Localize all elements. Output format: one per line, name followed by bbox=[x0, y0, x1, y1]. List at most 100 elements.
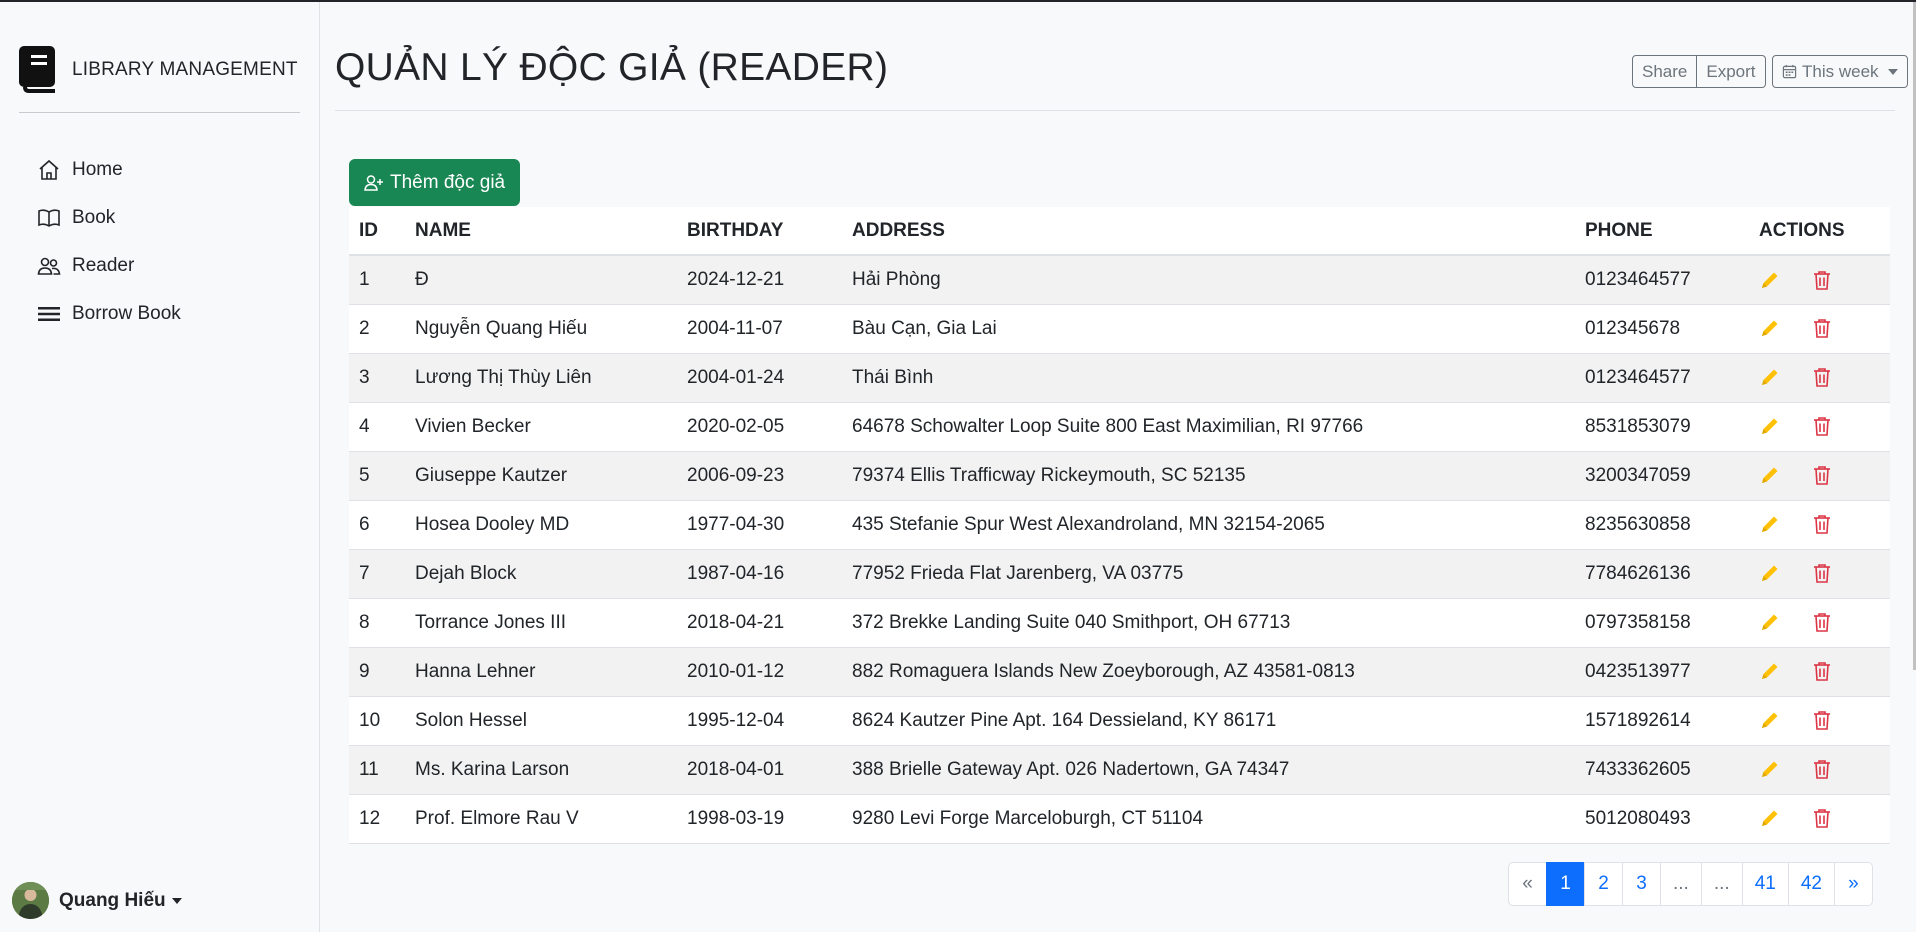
pencil-icon[interactable] bbox=[1759, 513, 1781, 535]
trash-icon[interactable] bbox=[1811, 611, 1833, 633]
table-body: 1 Đ 2024-12-21 Hải Phòng 0123464577 2 Nguyễn Q… bbox=[349, 255, 1890, 844]
table-row: 8 Torrance Jones III 2018-04-21 372 Brekke … bbox=[349, 598, 1890, 648]
trash-icon[interactable] bbox=[1811, 513, 1833, 535]
cell-phone: 0797358158 bbox=[1575, 598, 1749, 648]
page-ellipsis[interactable]: ... bbox=[1660, 862, 1702, 906]
trash-icon[interactable] bbox=[1811, 758, 1833, 780]
table-row: 1 Đ 2024-12-21 Hải Phòng 0123464577 bbox=[349, 255, 1890, 305]
page-3[interactable]: 3 bbox=[1622, 862, 1661, 906]
user-menu[interactable]: Quang Hiếu bbox=[12, 882, 182, 919]
cell-name: Vivien Becker bbox=[405, 402, 677, 452]
column-header-address[interactable]: ADDRESS bbox=[842, 207, 1575, 256]
column-header-phone[interactable]: PHONE bbox=[1575, 207, 1749, 256]
cell-birthday: 2004-11-07 bbox=[677, 304, 842, 354]
period-dropdown[interactable]: This week bbox=[1772, 55, 1908, 88]
trash-icon[interactable] bbox=[1811, 366, 1833, 388]
sidebar-item-reader[interactable]: Reader bbox=[37, 242, 181, 290]
pencil-icon[interactable] bbox=[1759, 758, 1781, 780]
table-row: 10 Solon Hessel 1995-12-04 8624 Kautzer Pin… bbox=[349, 696, 1890, 746]
calendar-icon bbox=[1782, 64, 1797, 79]
pagination-prev[interactable]: « bbox=[1508, 862, 1547, 906]
cell-name: Lương Thị Thùy Liên bbox=[405, 353, 677, 403]
sidebar: LIBRARY MANAGEMENT Home Book Reader Borr… bbox=[0, 2, 320, 932]
cell-birthday: 1977-04-30 bbox=[677, 500, 842, 550]
trash-icon[interactable] bbox=[1811, 317, 1833, 339]
cell-id: 4 bbox=[349, 402, 405, 452]
sidebar-item-label: Borrow Book bbox=[72, 303, 181, 324]
column-header-name[interactable]: NAME bbox=[405, 207, 677, 256]
pencil-icon[interactable] bbox=[1759, 709, 1781, 731]
cell-address: Bàu Cạn, Gia Lai bbox=[842, 304, 1575, 354]
sidebar-item-label: Book bbox=[72, 207, 116, 228]
column-header-birthday[interactable]: BIRTHDAY bbox=[677, 207, 842, 256]
share-button[interactable]: Share bbox=[1632, 55, 1698, 88]
user-name: Quang Hiếu bbox=[59, 889, 166, 911]
pencil-icon[interactable] bbox=[1759, 366, 1781, 388]
page-41[interactable]: 41 bbox=[1741, 862, 1789, 906]
cell-address: Hải Phòng bbox=[842, 255, 1575, 305]
page-1[interactable]: 1 bbox=[1546, 862, 1585, 906]
cell-phone: 8531853079 bbox=[1575, 402, 1749, 452]
cell-birthday: 2024-12-21 bbox=[677, 255, 842, 305]
cell-birthday: 1998-03-19 bbox=[677, 794, 842, 844]
export-button[interactable]: Export bbox=[1697, 55, 1766, 88]
book-icon bbox=[19, 46, 55, 93]
pencil-icon[interactable] bbox=[1759, 807, 1781, 829]
cell-birthday: 2018-04-21 bbox=[677, 598, 842, 648]
cell-address: 372 Brekke Landing Suite 040 Smithport, … bbox=[842, 598, 1575, 648]
cell-birthday: 1995-12-04 bbox=[677, 696, 842, 746]
trash-icon[interactable] bbox=[1811, 269, 1833, 291]
pencil-icon[interactable] bbox=[1759, 269, 1781, 291]
pagination-next[interactable]: » bbox=[1833, 862, 1873, 906]
pencil-icon[interactable] bbox=[1759, 464, 1781, 486]
cell-address: 882 Romaguera Islands New Zoeyborough, A… bbox=[842, 647, 1575, 697]
add-reader-label: Thêm độc giả bbox=[390, 171, 506, 193]
pencil-icon[interactable] bbox=[1759, 317, 1781, 339]
cell-actions bbox=[1749, 500, 1890, 550]
cell-phone: 1571892614 bbox=[1575, 696, 1749, 746]
cell-phone: 8235630858 bbox=[1575, 500, 1749, 550]
trash-icon[interactable] bbox=[1811, 709, 1833, 731]
trash-icon[interactable] bbox=[1811, 660, 1833, 682]
cell-address: 8624 Kautzer Pine Apt. 164 Dessieland, K… bbox=[842, 696, 1575, 746]
cell-name: Prof. Elmore Rau V bbox=[405, 794, 677, 844]
cell-actions bbox=[1749, 451, 1890, 501]
cell-phone: 7433362605 bbox=[1575, 745, 1749, 795]
brand[interactable]: LIBRARY MANAGEMENT bbox=[19, 46, 298, 94]
trash-icon[interactable] bbox=[1811, 464, 1833, 486]
cell-name: Nguyễn Quang Hiếu bbox=[405, 304, 677, 354]
pencil-icon[interactable] bbox=[1759, 611, 1781, 633]
page-2[interactable]: 2 bbox=[1584, 862, 1623, 906]
sidebar-item-borrow-book[interactable]: Borrow Book bbox=[37, 290, 181, 338]
cell-actions bbox=[1749, 402, 1890, 452]
trash-icon[interactable] bbox=[1811, 562, 1833, 584]
cell-name: Hanna Lehner bbox=[405, 647, 677, 697]
page-title: QUẢN LÝ ĐỘC GIẢ (READER) bbox=[335, 46, 889, 89]
cell-address: 388 Brielle Gateway Apt. 026 Nadertown, … bbox=[842, 745, 1575, 795]
pencil-icon[interactable] bbox=[1759, 415, 1781, 437]
cell-id: 9 bbox=[349, 647, 405, 697]
list-icon bbox=[38, 307, 60, 321]
table-header-row: ID NAME BIRTHDAY ADDRESS PHONE ACTIONS bbox=[349, 207, 1890, 256]
cell-actions bbox=[1749, 255, 1890, 305]
cell-actions bbox=[1749, 696, 1890, 746]
share-export-group: Share Export bbox=[1632, 55, 1766, 88]
column-header-id[interactable]: ID bbox=[349, 207, 405, 256]
cell-phone: 0123464577 bbox=[1575, 255, 1749, 305]
trash-icon[interactable] bbox=[1811, 807, 1833, 829]
sidebar-item-book[interactable]: Book bbox=[37, 194, 181, 242]
cell-actions bbox=[1749, 794, 1890, 844]
pencil-icon[interactable] bbox=[1759, 562, 1781, 584]
sidebar-item-home[interactable]: Home bbox=[37, 146, 181, 194]
cell-phone: 0123464577 bbox=[1575, 353, 1749, 403]
trash-icon[interactable] bbox=[1811, 415, 1833, 437]
page-42[interactable]: 42 bbox=[1787, 862, 1835, 906]
add-reader-button[interactable]: Thêm độc giả bbox=[349, 159, 521, 206]
chevron-down-icon bbox=[171, 897, 182, 904]
pencil-icon[interactable] bbox=[1759, 660, 1781, 682]
pagination: « 1 2 3 ... ... 41 42 » bbox=[1508, 862, 1873, 906]
cell-id: 5 bbox=[349, 451, 405, 501]
header-divider bbox=[335, 110, 1895, 111]
page-ellipsis[interactable]: ... bbox=[1700, 862, 1743, 906]
cell-id: 6 bbox=[349, 500, 405, 550]
